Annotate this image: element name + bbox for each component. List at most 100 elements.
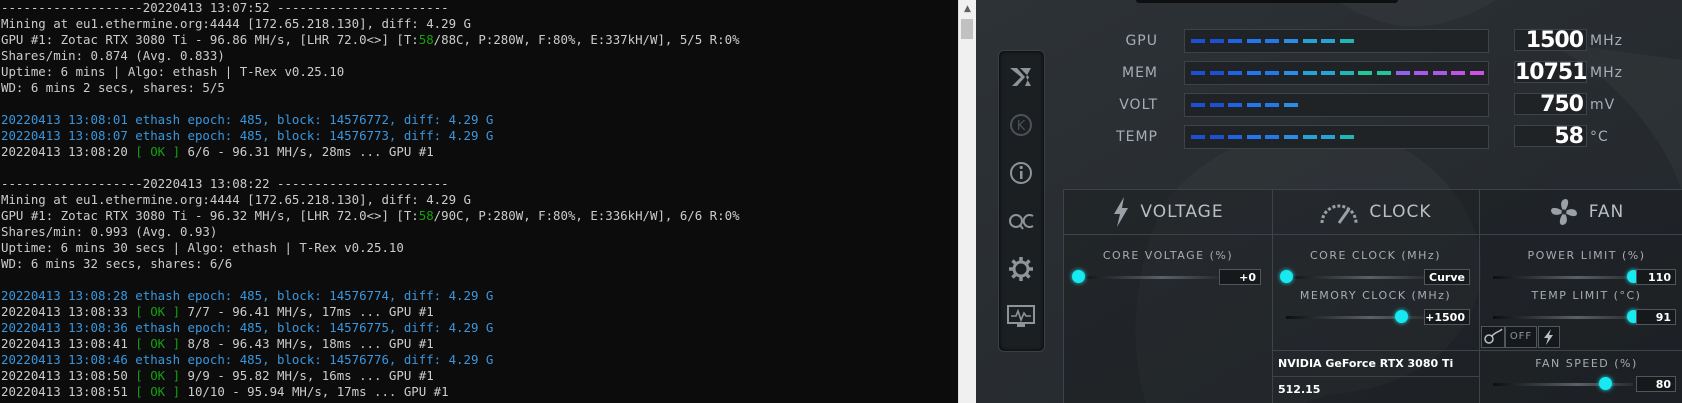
kombustor-icon: K [1010, 114, 1032, 136]
divider [1272, 350, 1479, 351]
meter-segment [1265, 71, 1280, 75]
meter-segment [1209, 39, 1224, 43]
memory-clock-slider[interactable] [1394, 310, 1408, 323]
fan-speed-value[interactable]: 80 [1636, 376, 1676, 392]
fan-speed-label: FAN SPEED (%) [1535, 357, 1638, 370]
meter-segment [1265, 103, 1280, 107]
fan-speed-slider[interactable] [1599, 377, 1612, 390]
console-text: 6/6 - 96.31 MH/s, 28ms ... GPU #1 [180, 144, 434, 159]
console-line: -------------------20220413 13:07:52 ---… [1, 0, 958, 16]
meter-bar-mem [1184, 61, 1489, 85]
console-text: /88C, P:280W, F:80%, E:337kH/W], 5/5 R:0… [433, 32, 740, 47]
settings-button[interactable] [1005, 253, 1037, 285]
console-text: 20220413 13:08:28 ethash epoch: 485, blo… [1, 288, 494, 303]
console-line: 20220413 13:08:50 [ OK ] 9/9 - 95.82 MH/… [1, 368, 958, 384]
memory-clock-value[interactable]: +1500 [1424, 309, 1470, 325]
meter-segment [1265, 39, 1280, 43]
console-text: Shares/min: 0.993 (Avg. 0.93) [1, 224, 218, 239]
meter-segment [1228, 71, 1243, 75]
console-line: Mining at eu1.ethermine.org:4444 [172.65… [1, 16, 958, 32]
fan-curve-button[interactable] [1481, 326, 1505, 348]
clock-panel: CLOCK CORE CLOCK (MHz) Curve MEMORY CLOC… [1272, 190, 1480, 403]
power-limit-value[interactable]: 110 [1636, 269, 1676, 285]
temp-limit-value[interactable]: 91 [1636, 309, 1676, 325]
console-text: ----------------------- [269, 176, 449, 191]
fan-header: FAN [1479, 190, 1682, 235]
console-text: 20220413 13:08:33 [1, 304, 136, 319]
oc-scanner-button[interactable] [1005, 205, 1037, 237]
meter-segment [1302, 135, 1317, 139]
console-text: 20220413 13:08:41 [1, 336, 136, 351]
clock-title: CLOCK [1369, 202, 1432, 222]
console-line: 20220413 13:08:28 ethash epoch: 485, blo… [1, 288, 958, 304]
console-text: [ OK ] [135, 336, 181, 351]
console-text: 20220413 13:07:52 [142, 0, 270, 15]
meter-segment [1321, 71, 1336, 75]
core-clock-label: CORE CLOCK (MHz) [1309, 249, 1441, 262]
console-text: Uptime: 6 mins 30 secs | Algo: ethash | … [1, 240, 404, 255]
control-panels: VOLTAGE CORE VOLTAGE (%) +0 CLOCK CORE C… [1063, 189, 1682, 403]
meter-bar-temp [1184, 125, 1489, 149]
meter-segment [1470, 71, 1484, 75]
core-clock-curve-button[interactable]: Curve [1424, 269, 1470, 285]
scroll-thumb[interactable] [961, 19, 973, 39]
console-text: 20220413 13:08:50 [1, 368, 136, 383]
meter-segment [1265, 135, 1280, 139]
console-line: Shares/min: 0.993 (Avg. 0.93) [1, 224, 958, 240]
title-bar-edge [1136, 0, 1398, 3]
console-text: Uptime: 6 mins | Algo: ethash | T-Rex v0… [1, 64, 345, 79]
meter-label-mem: MEM [1121, 65, 1158, 81]
meter-bar-gpu [1184, 29, 1489, 53]
console-text: 58 [418, 208, 434, 223]
meter-segment [1284, 71, 1298, 75]
meter-segment [1414, 71, 1429, 75]
meter-segment [1451, 71, 1466, 75]
meter-segment [1395, 71, 1410, 75]
console-line: GPU #1: Zotac RTX 3080 Ti - 96.86 MH/s, … [1, 32, 958, 48]
core-voltage-value[interactable]: +0 [1219, 269, 1261, 285]
afterburner-window: K GPU 1500 MHz MEM 10751 MHz VOLT 750 mV TEMP 58 °C… [976, 0, 1682, 403]
meter-segment [1321, 39, 1336, 43]
meter-segment [1191, 135, 1205, 139]
fan-auto-toggle[interactable]: OFF [1505, 326, 1537, 348]
console-text: ------------------- [1, 176, 143, 191]
divider [1272, 376, 1479, 377]
console-line: -------------------20220413 13:08:22 ---… [1, 176, 958, 192]
console-text: 20220413 13:08:51 [1, 384, 136, 399]
settings-icon [1009, 257, 1033, 281]
monitor-button[interactable] [1005, 301, 1037, 333]
core-voltage-slider[interactable] [1072, 270, 1085, 283]
core-voltage-label: CORE VOLTAGE (%) [1102, 249, 1234, 262]
console-text: 20220413 13:08:36 ethash epoch: 485, blo… [1, 320, 494, 335]
console-line: Shares/min: 0.874 (Avg. 0.833) [1, 48, 958, 64]
fan-speed-track [1493, 383, 1633, 386]
power-limit-label: POWER LIMIT (%) [1527, 249, 1646, 262]
meter-segment [1191, 103, 1205, 107]
fan-icon [1550, 199, 1577, 225]
core-clock-slider[interactable] [1280, 270, 1293, 283]
meter-segment [1284, 103, 1298, 107]
info-icon [1010, 162, 1032, 184]
meter-segment [1246, 39, 1261, 43]
meter-segment [1209, 71, 1224, 75]
svg-text:K: K [1017, 119, 1026, 134]
info-button[interactable] [1005, 157, 1037, 189]
console-text: 20220413 13:08:46 ethash epoch: 485, blo… [1, 352, 494, 367]
scroll-up-icon[interactable]: ▲ [959, 0, 976, 17]
meter-unit-mem: MHz [1590, 65, 1623, 81]
console-line: Uptime: 6 mins 30 secs | Algo: ethash | … [1, 240, 958, 256]
divider [1479, 350, 1682, 351]
driver-version: 512.15 [1278, 383, 1321, 396]
msi-dragon-button[interactable] [1005, 61, 1037, 93]
core-clock-track [1286, 276, 1426, 279]
kombustor-button[interactable]: K [1005, 109, 1037, 141]
console-line: Mining at eu1.ethermine.org:4444 [172.65… [1, 192, 958, 208]
meter-segment [1284, 39, 1298, 43]
meter-segment [1432, 71, 1447, 75]
console-scrollbar[interactable]: ▲ [958, 0, 976, 403]
fan-boost-button[interactable] [1538, 326, 1560, 348]
console-line: WD: 6 mins 32 secs, shares: 6/6 [1, 256, 958, 272]
meter-unit-gpu: MHz [1590, 33, 1623, 49]
